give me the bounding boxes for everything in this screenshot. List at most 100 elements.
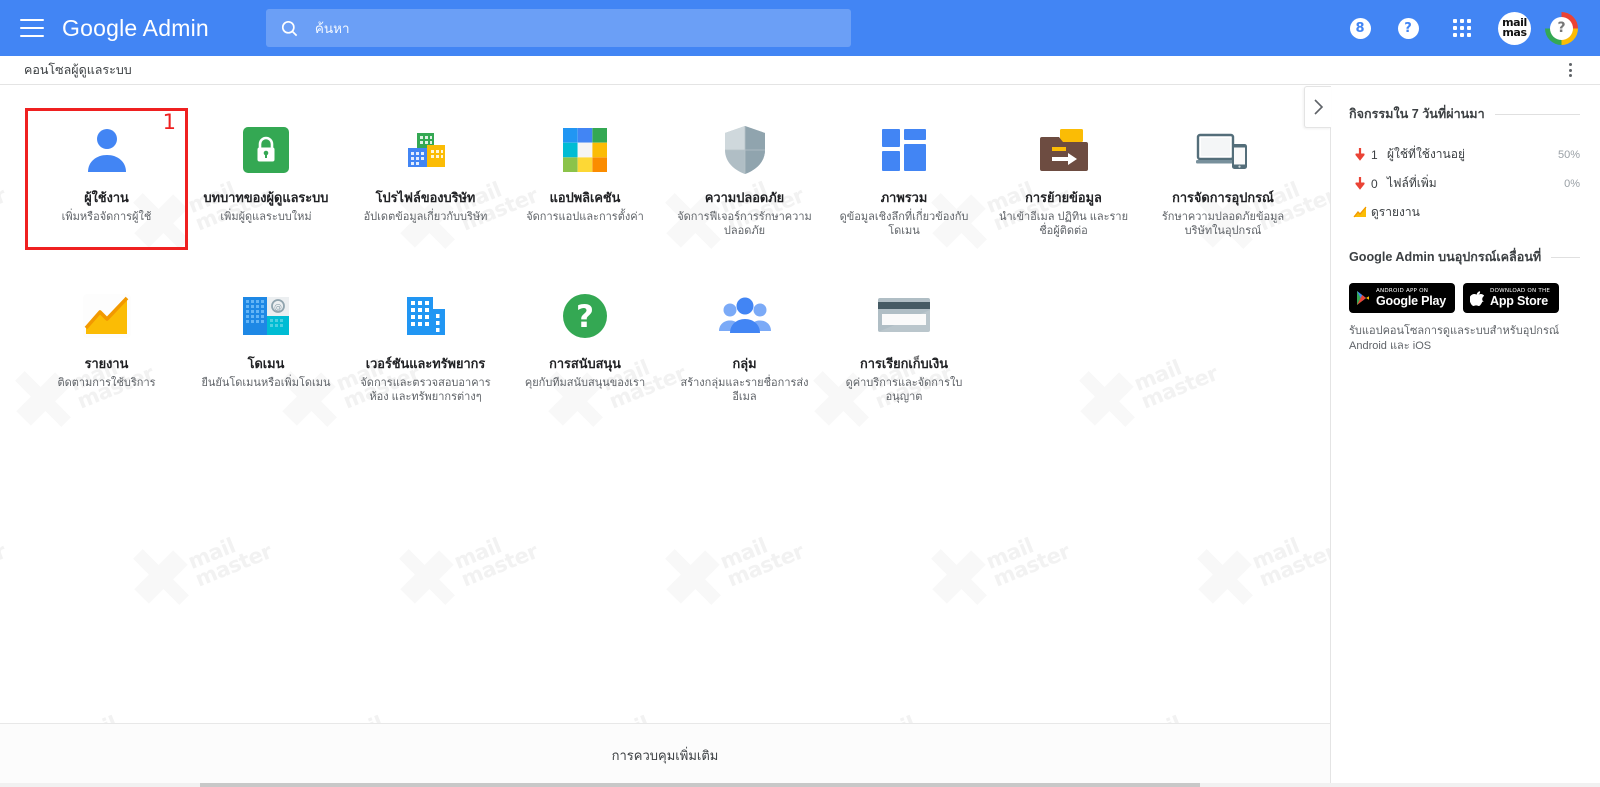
- activity-count: 0: [1371, 176, 1378, 191]
- admin-card-11[interactable]: เวอร์ชันและทรัพยากร จัดการและตรวจสอบอาคาร…: [346, 276, 505, 414]
- topbar-actions: 8 ? mail mas ?: [1336, 0, 1600, 56]
- admin-card-grid: ผู้ใช้งานเพิ่มหรือจัดการผู้ใช้ 1 บทบาทของผ…: [25, 86, 1330, 414]
- admin-card-13[interactable]: กลุ่มสร้างกลุ่มและรายชื่อการส่งอีเมล: [665, 276, 824, 414]
- admin-card-10[interactable]: @ โดเมนยืนยันโดเมนหรือเพิ่มโดเมน: [187, 276, 346, 414]
- google-play-label: Google Play: [1376, 293, 1447, 308]
- app-brand-title: Google Admin: [62, 14, 209, 41]
- notifications-button[interactable]: 8: [1336, 0, 1384, 56]
- kebab-menu-icon[interactable]: [1569, 63, 1572, 77]
- admin-card-5[interactable]: ความปลอดภัยจัดการฟีเจอร์การรักษาความปลอด…: [665, 110, 824, 248]
- more-controls-bar[interactable]: การควบคุมเพิ่มเติม: [0, 723, 1330, 787]
- admin-card-12[interactable]: ? การสนับสนุนคุยกับทีมสนับสนุนของเรา: [506, 276, 665, 414]
- divider: [1551, 256, 1580, 258]
- reports-chart-icon: [79, 288, 135, 344]
- view-reports-link[interactable]: ดูรายงาน: [1349, 198, 1580, 227]
- annotation-badge: 1: [162, 110, 176, 134]
- app-store-button[interactable]: Download on the App Store: [1463, 283, 1560, 313]
- card-title: การเรียกเก็บเงิน: [860, 356, 948, 371]
- main-content: ผู้ใช้งานเพิ่มหรือจัดการผู้ใช้ 1 บทบาทของผ…: [0, 86, 1330, 723]
- admin-card-14[interactable]: การเรียกเก็บเงินดูค่าบริการและจัดการใบอน…: [825, 276, 984, 414]
- activity-rows: 1 ผู้ใช้ที่ใช้งานอยู่ 50% 0 ไฟล์ที่เพิ่ม 0%: [1349, 140, 1580, 198]
- account-avatar[interactable]: ?: [1545, 11, 1578, 45]
- admin-card-7[interactable]: การย้ายข้อมูล นำเข้าอีเมล ปฏิทิน และรายชื…: [984, 110, 1143, 248]
- card-subtitle: ยืนยันโดเมนหรือเพิ่มโดเมน: [201, 377, 331, 389]
- support-question-icon: ?: [557, 288, 613, 344]
- admin-card-8[interactable]: การจัดการอุปกรณ์รักษาความปลอดภัยข้อมูลบร…: [1144, 110, 1303, 248]
- breadcrumb-bar: คอนโซลผู้ดูแลระบบ: [0, 56, 1600, 85]
- person-icon: [79, 122, 135, 178]
- card-subtitle: รักษาความปลอดภัยข้อมูลบริษัทในอุปกรณ์: [1161, 211, 1285, 237]
- chevron-right-icon: [1313, 99, 1323, 115]
- admin-card-3[interactable]: โปรไฟล์ของบริษัท อัปเดตข้อมูลเกี่ยวกับบริ…: [346, 110, 505, 248]
- hamburger-menu-icon[interactable]: [20, 19, 44, 37]
- avatar-initial: ?: [1550, 16, 1573, 40]
- admin-card-1[interactable]: ผู้ใช้งานเพิ่มหรือจัดการผู้ใช้ 1: [25, 108, 188, 250]
- card-title: แอปพลิเคชัน: [549, 190, 621, 205]
- activity-row: 0 ไฟล์ที่เพิ่ม 0%: [1349, 169, 1580, 198]
- company-blocks-icon: [398, 122, 454, 178]
- card-subtitle: จัดการและตรวจสอบอาคาร ห้อง และทรัพยากรต่…: [360, 377, 491, 403]
- card-subtitle: สร้างกลุ่มและรายชื่อการส่งอีเมล: [680, 377, 809, 403]
- scrollbar-thumb[interactable]: [200, 783, 1200, 787]
- card-subtitle: ดูค่าบริการและจัดการใบอนุญาต: [845, 377, 963, 403]
- view-reports-label: ดูรายงาน: [1371, 205, 1420, 219]
- svg-text:@: @: [274, 302, 282, 311]
- top-app-bar: Google Admin ค้นหา 8 ? mail mas ?: [0, 0, 1600, 56]
- search-input[interactable]: ค้นหา: [265, 9, 851, 47]
- apps-squares-icon: [557, 122, 613, 178]
- horizontal-scrollbar[interactable]: [0, 783, 1600, 787]
- arrow-down-red-icon: [1349, 147, 1371, 162]
- right-side-panel: กิจกรรมใน 7 วันที่ผ่านมา 1 ผู้ใช้ที่ใช้งา…: [1304, 86, 1600, 787]
- admin-card-6[interactable]: ภาพรวมดูข้อมูลเชิงลึกที่เกี่ยวข้องกับโดเ…: [825, 110, 984, 248]
- admin-card-9[interactable]: รายงานติดตามการใช้บริการ: [27, 276, 186, 414]
- billing-card-icon: [876, 288, 932, 344]
- card-subtitle: จัดการแอปและการตั้งค่า: [526, 211, 644, 223]
- activity-count: 1: [1371, 147, 1378, 162]
- card-subtitle: เพิ่มหรือจัดการผู้ใช้: [61, 211, 152, 223]
- card-subtitle: เพิ่มผู้ดูแลระบบใหม่: [220, 211, 312, 223]
- help-button[interactable]: ?: [1384, 0, 1432, 56]
- store-badges: Android app on Google Play Download on t…: [1349, 283, 1580, 313]
- activity-label: ไฟล์ที่เพิ่ม: [1387, 176, 1437, 190]
- card-subtitle: ติดตามการใช้บริการ: [57, 377, 156, 389]
- shield-icon: [717, 122, 773, 178]
- workspace-logo[interactable]: mail mas: [1498, 11, 1531, 45]
- admin-card-2[interactable]: บทบาทของผู้ดูแลระบบเพิ่มผู้ดูแลระบบใหม่: [187, 110, 346, 248]
- activity-heading: กิจกรรมใน 7 วันที่ผ่านมา: [1349, 107, 1485, 121]
- dashboard-icon: [876, 122, 932, 178]
- card-title: กลุ่ม: [732, 356, 757, 371]
- search-icon: [281, 20, 298, 36]
- google-play-button[interactable]: Android app on Google Play: [1349, 283, 1456, 313]
- google-apps-button[interactable]: [1432, 0, 1492, 56]
- mobile-heading: Google Admin บนอุปกรณ์เคลื่อนที่: [1349, 250, 1542, 264]
- activity-percent: 0%: [1564, 177, 1580, 190]
- app-store-label: App Store: [1490, 293, 1548, 308]
- breadcrumb[interactable]: คอนโซลผู้ดูแลระบบ: [24, 60, 132, 80]
- activity-label: ผู้ใช้ที่ใช้งานอยู่: [1387, 147, 1465, 161]
- card-subtitle: คุยกับทีมสนับสนุนของเรา: [524, 377, 646, 389]
- card-title: รายงาน: [84, 356, 129, 371]
- card-title: ผู้ใช้งาน: [84, 190, 129, 205]
- help-icon: ?: [1397, 17, 1419, 39]
- chart-yellow-icon: [1349, 206, 1371, 219]
- mobile-note: รับแอปคอนโซลการดูแลระบบสำหรับอุปกรณ์ And…: [1349, 325, 1560, 352]
- building-icon: [398, 288, 454, 344]
- search-placeholder-text: ค้นหา: [314, 21, 350, 36]
- card-title: โดเมน: [247, 356, 285, 371]
- apple-icon: [1470, 290, 1485, 306]
- card-title: บทบาทของผู้ดูแลระบบ: [203, 190, 329, 205]
- devices-icon: [1195, 122, 1251, 178]
- card-subtitle: จัดการฟีเจอร์การรักษาความปลอดภัย: [677, 211, 812, 237]
- card-subtitle: นำเข้าอีเมล ปฏิทิน และรายชื่อผู้ติดต่อ: [998, 211, 1129, 237]
- google-play-icon: [1357, 291, 1369, 305]
- card-title: การจัดการอุปกรณ์: [1172, 190, 1274, 205]
- panel-collapse-button[interactable]: [1304, 86, 1331, 128]
- card-title: ความปลอดภัย: [704, 190, 785, 205]
- admin-card-4[interactable]: แอปพลิเคชันจัดการแอปและการตั้งค่า: [506, 110, 665, 248]
- card-title: การสนับสนุน: [549, 356, 621, 371]
- divider: [1494, 113, 1580, 115]
- card-title: ภาพรวม: [880, 190, 928, 205]
- more-controls-label: การควบคุมเพิ่มเติม: [611, 748, 719, 763]
- card-subtitle: ดูข้อมูลเชิงลึกที่เกี่ยวข้องกับโดเมน: [839, 211, 969, 237]
- apps-grid-icon: [1452, 18, 1472, 38]
